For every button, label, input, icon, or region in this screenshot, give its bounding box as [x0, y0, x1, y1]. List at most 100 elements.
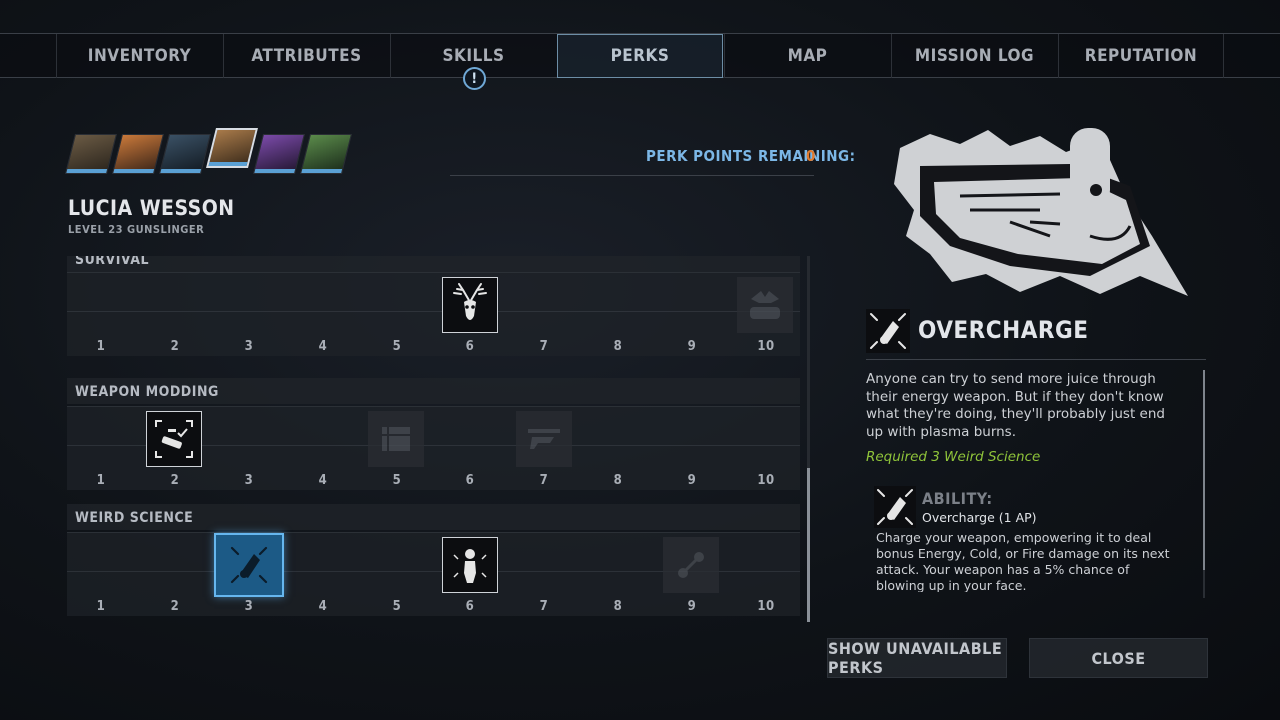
tab-label: PERKS: [610, 46, 670, 66]
level-number: 3: [244, 599, 254, 614]
tab-label: MAP: [787, 46, 828, 66]
perk-description: Anyone can try to send more juice throug…: [866, 371, 1165, 440]
tab-label: MISSION LOG: [914, 46, 1035, 66]
tree-title: SURVIVAL: [67, 256, 800, 272]
tab-mission-log[interactable]: MISSION LOG: [891, 34, 1057, 78]
overcharge-icon: [230, 546, 268, 584]
portrait-bar: [208, 162, 248, 166]
tab-inventory[interactable]: INVENTORY: [56, 34, 222, 78]
ability-name: Overcharge (1 AP): [922, 510, 1037, 525]
level-number: 9: [687, 339, 697, 354]
tab-reputation[interactable]: REPUTATION: [1058, 34, 1224, 78]
level-number: 7: [539, 599, 549, 614]
mutant-figure-icon: [453, 549, 487, 583]
detail-scrollbar[interactable]: [1203, 370, 1205, 598]
perk-artwork: [890, 126, 1190, 298]
tree-row: 1 2 3 4 5 6 7 8 9 10: [67, 532, 800, 616]
show-unavailable-perks-button[interactable]: SHOW UNAVAILABLE PERKS: [827, 638, 1007, 678]
tab-skills[interactable]: SKILLS !: [390, 34, 556, 90]
character-name: LUCIA WESSON: [68, 196, 235, 220]
ability-overcharge-icon: [874, 486, 916, 528]
tree-title: WEIRD SCIENCE: [67, 504, 800, 530]
level-number: 1: [96, 599, 106, 614]
level-number: 1: [96, 473, 106, 488]
level-number: 7: [539, 473, 549, 488]
rifle-mod-icon: [528, 429, 560, 449]
deer-skull-icon: [453, 283, 487, 320]
level-number: 7: [539, 339, 549, 354]
bear-trap-icon: [750, 291, 780, 319]
energy-gun-illustration: [894, 128, 1188, 296]
alert-icon: !: [463, 67, 486, 90]
tree-row: 1 2 3 4 5 6 7 8 9 10: [67, 406, 800, 490]
perk-deer-skull[interactable]: [442, 277, 498, 333]
level-number: 6: [465, 473, 475, 488]
level-number: 6: [465, 339, 475, 354]
tab-attributes[interactable]: ATTRIBUTES: [223, 34, 389, 78]
portrait-armored-soldier[interactable]: [65, 134, 117, 174]
portrait-bar: [113, 169, 155, 173]
level-number: 2: [170, 599, 180, 614]
perk-mutant-figure[interactable]: [442, 537, 498, 593]
close-button[interactable]: CLOSE: [1029, 638, 1208, 678]
tab-perks[interactable]: PERKS: [557, 34, 723, 78]
top-nav: INVENTORY ATTRIBUTES SKILLS ! PERKS MAP …: [0, 33, 1280, 90]
portrait-bar: [66, 169, 108, 173]
level-number: 4: [318, 473, 328, 488]
divider: [450, 175, 814, 176]
perk-trees: SURVIVAL 1 2 3 4 5 6 7 8 9 10 WEAPON MOD…: [67, 256, 802, 622]
level-number: 8: [613, 599, 623, 614]
character-subtitle: LEVEL 23 GUNSLINGER: [68, 223, 205, 236]
perk-crate[interactable]: [368, 411, 424, 467]
tree-title: WEAPON MODDING: [67, 378, 800, 404]
level-number: 9: [687, 473, 697, 488]
overcharge-icon: [866, 309, 910, 353]
perk-title: OVERCHARGE: [918, 316, 1089, 344]
divider: [866, 359, 1206, 360]
crate-icon: [382, 427, 410, 451]
level-number: 2: [170, 339, 180, 354]
level-number: 4: [318, 339, 328, 354]
portrait-bar: [301, 169, 343, 173]
level-number: 3: [244, 339, 254, 354]
tab-map[interactable]: MAP: [724, 34, 890, 78]
perk-tree-scrollbar[interactable]: [807, 256, 810, 622]
level-number: 8: [613, 473, 623, 488]
level-number: 1: [96, 339, 106, 354]
level-number: 6: [465, 599, 475, 614]
level-number: 5: [392, 339, 402, 354]
portrait-bar: [160, 169, 202, 173]
divider: [67, 311, 800, 312]
portrait-lucia-wesson[interactable]: [206, 128, 258, 168]
tab-label: SKILLS: [442, 46, 505, 66]
tab-label: REPUTATION: [1084, 46, 1198, 66]
portrait-robot-companion[interactable]: [159, 134, 211, 174]
level-number: 9: [687, 599, 697, 614]
perk-scope-target[interactable]: [146, 411, 202, 467]
level-number: 5: [392, 473, 402, 488]
perk-rifle-mod[interactable]: [516, 411, 572, 467]
perk-molecule[interactable]: [663, 537, 719, 593]
perk-points-label: PERK POINTS REMAINING:: [646, 147, 856, 165]
level-number: 5: [392, 599, 402, 614]
tree-row: 1 2 3 4 5 6 7 8 9 10: [67, 272, 800, 356]
molecule-icon: [678, 552, 704, 578]
portrait-bar: [254, 169, 296, 173]
ability-label: ABILITY:: [922, 489, 993, 508]
ability-description: Charge your weapon, empowering it to dea…: [876, 530, 1170, 592]
level-number: 10: [757, 599, 775, 614]
level-number: 10: [757, 473, 775, 488]
tab-label: INVENTORY: [87, 46, 192, 66]
level-number: 4: [318, 599, 328, 614]
scrollbar-thumb[interactable]: [807, 468, 810, 622]
perk-requirement: Required 3 Weird Science: [866, 449, 1041, 465]
portrait-purple-haired-man[interactable]: [253, 134, 305, 174]
level-number: 2: [170, 473, 180, 488]
perk-bear-trap[interactable]: [737, 277, 793, 333]
scrollbar-thumb[interactable]: [1203, 370, 1205, 570]
portrait-red-haired-woman[interactable]: [112, 134, 164, 174]
perk-overcharge[interactable]: [214, 533, 284, 597]
level-number: 3: [244, 473, 254, 488]
level-number: 10: [757, 339, 775, 354]
portrait-green-skinned-woman[interactable]: [300, 134, 352, 174]
